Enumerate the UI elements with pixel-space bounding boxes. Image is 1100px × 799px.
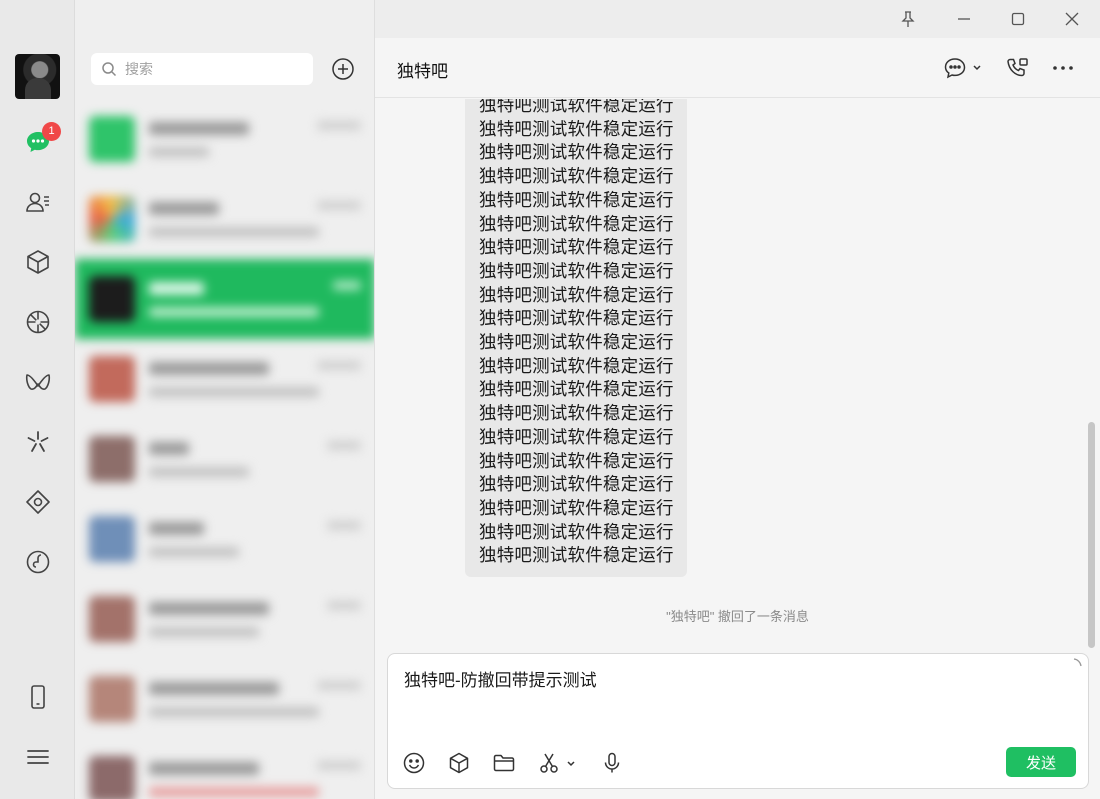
message-line: 独特吧测试软件稳定运行 bbox=[479, 118, 674, 139]
message-line: 独特吧测试软件稳定运行 bbox=[479, 474, 674, 495]
avatar[interactable] bbox=[15, 54, 60, 99]
conversation-rows bbox=[75, 99, 374, 799]
list-item[interactable] bbox=[75, 659, 374, 739]
message-composer: 独特吧-防撤回带提示测试 发送 bbox=[387, 653, 1089, 789]
pin-icon[interactable] bbox=[897, 8, 919, 30]
menu-icon[interactable] bbox=[23, 742, 53, 772]
call-icon[interactable] bbox=[1005, 56, 1031, 80]
mini-program-icon[interactable] bbox=[23, 487, 53, 517]
microphone-icon[interactable] bbox=[600, 751, 624, 775]
message-line: 独特吧测试软件稳定运行 bbox=[479, 379, 674, 400]
chat-panel: 独特吧 独特吧测试软件稳定运行 独特吧测试软件稳定运行 独特吧测试软件稳定运行 独特吧… bbox=[375, 38, 1100, 799]
message-line: 独特吧测试软件稳定运行 bbox=[479, 166, 674, 187]
list-item[interactable] bbox=[75, 259, 374, 339]
message-line: 独特吧测试软件稳定运行 bbox=[479, 189, 674, 210]
cube-icon[interactable] bbox=[447, 751, 471, 775]
message-line: 独特吧测试软件稳定运行 bbox=[479, 308, 674, 329]
chat-bubble-dropdown-icon[interactable] bbox=[943, 56, 987, 80]
message-list: 独特吧测试软件稳定运行 独特吧测试软件稳定运行 独特吧测试软件稳定运行 独特吧测试软件… bbox=[375, 99, 1100, 651]
chat-header: 独特吧 bbox=[375, 38, 1100, 98]
conversation-list bbox=[75, 0, 375, 799]
scrollbar[interactable] bbox=[1088, 422, 1095, 648]
search-box[interactable] bbox=[91, 53, 313, 85]
maximize-icon[interactable] bbox=[1007, 8, 1029, 30]
message-line: 独特吧测试软件稳定运行 bbox=[479, 545, 674, 566]
music-icon[interactable] bbox=[23, 547, 53, 577]
list-item[interactable] bbox=[75, 499, 374, 579]
message-line: 独特吧测试软件稳定运行 bbox=[479, 403, 674, 424]
message-input[interactable]: 独特吧-防撤回带提示测试 bbox=[404, 666, 1064, 736]
list-item[interactable] bbox=[75, 419, 374, 499]
list-item[interactable] bbox=[75, 579, 374, 659]
close-icon[interactable] bbox=[1061, 8, 1083, 30]
message-line: 独特吧测试软件稳定运行 bbox=[479, 355, 674, 376]
screenshot-scissors-icon[interactable] bbox=[537, 751, 577, 775]
message-line: 独特吧测试软件稳定运行 bbox=[479, 237, 674, 258]
message-line: 独特吧测试软件稳定运行 bbox=[479, 426, 674, 447]
recall-notice: "独特吧" 撤回了一条消息 bbox=[666, 609, 809, 624]
message-line: 独特吧测试软件稳定运行 bbox=[479, 213, 674, 234]
emoji-icon[interactable] bbox=[402, 751, 426, 775]
message-line: 独特吧测试软件稳定运行 bbox=[479, 142, 674, 163]
message-line: 独特吧测试软件稳定运行 bbox=[479, 497, 674, 518]
chat-title: 独特吧 bbox=[397, 62, 448, 81]
search-input[interactable] bbox=[125, 61, 305, 77]
list-item[interactable] bbox=[75, 339, 374, 419]
folder-icon[interactable] bbox=[492, 751, 516, 775]
message-line: 独特吧测试软件稳定运行 bbox=[479, 260, 674, 281]
nav-rail: 1 bbox=[0, 0, 75, 799]
loading-icon bbox=[1073, 658, 1082, 667]
contacts-icon[interactable] bbox=[23, 187, 53, 217]
message-bubble[interactable]: 独特吧测试软件稳定运行 独特吧测试软件稳定运行 独特吧测试软件稳定运行 独特吧测试软件… bbox=[465, 99, 687, 578]
message-line: 独特吧测试软件稳定运行 bbox=[479, 450, 674, 471]
list-item[interactable] bbox=[75, 99, 374, 179]
unread-badge: 1 bbox=[42, 122, 61, 141]
send-button[interactable]: 发送 bbox=[1006, 747, 1076, 777]
list-item[interactable] bbox=[75, 739, 374, 799]
message-line: 独特吧测试软件稳定运行 bbox=[479, 99, 674, 115]
discover-icon[interactable] bbox=[23, 427, 53, 457]
add-chat-button[interactable] bbox=[331, 57, 355, 81]
phone-icon[interactable] bbox=[23, 682, 53, 712]
list-item[interactable] bbox=[75, 179, 374, 259]
minimize-icon[interactable] bbox=[953, 8, 975, 30]
cube-icon[interactable] bbox=[23, 247, 53, 277]
moments-icon[interactable] bbox=[23, 307, 53, 337]
message-line: 独特吧测试软件稳定运行 bbox=[479, 332, 674, 353]
message-line: 独特吧测试软件稳定运行 bbox=[479, 284, 674, 305]
search-icon bbox=[102, 62, 117, 77]
message-line: 独特吧测试软件稳定运行 bbox=[479, 521, 674, 542]
window-title-bar bbox=[375, 0, 1100, 38]
more-icon[interactable] bbox=[1050, 56, 1076, 80]
channels-icon[interactable] bbox=[23, 367, 53, 397]
